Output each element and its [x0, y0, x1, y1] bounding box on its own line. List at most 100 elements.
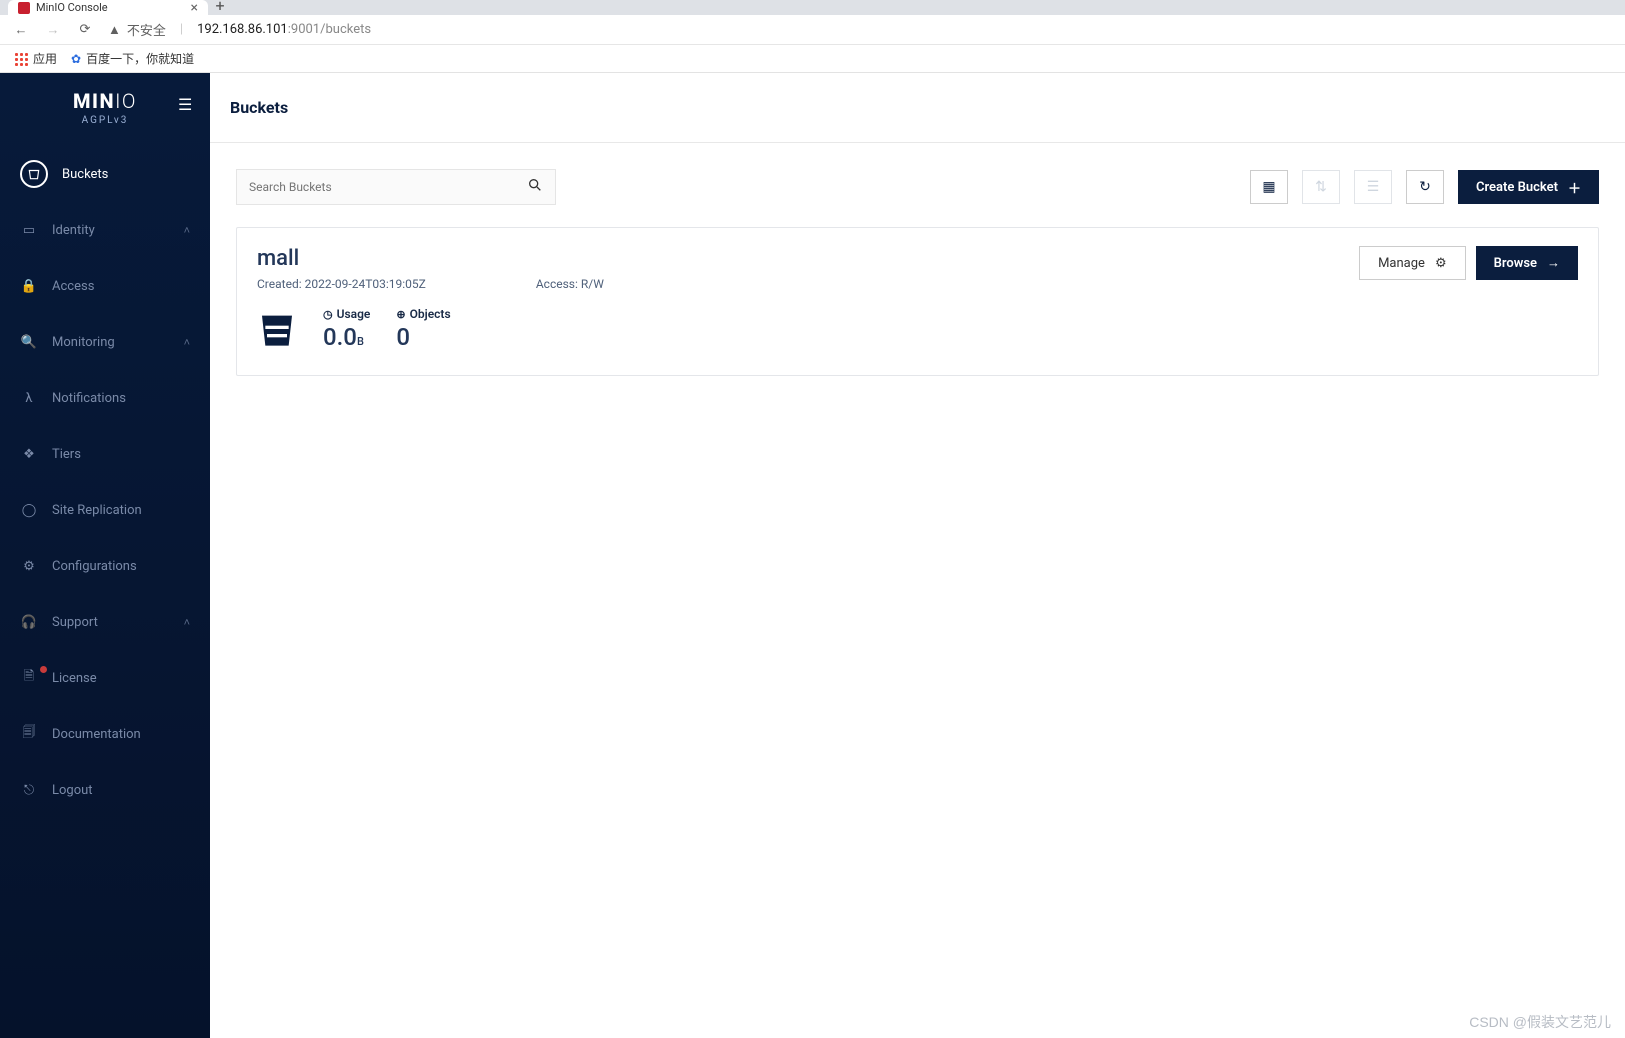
nav-label: Configurations	[52, 559, 137, 574]
sidebar-item-tiers[interactable]: ❖ Tiers	[0, 426, 210, 482]
back-button[interactable]: ←	[12, 22, 30, 38]
manage-label: Manage	[1378, 256, 1425, 271]
sidebar-item-logout[interactable]: ⎋ Logout	[0, 762, 210, 818]
support-icon: 🎧	[20, 615, 38, 630]
logo-right: IO	[115, 89, 137, 113]
sort-icon: ⇅	[1315, 179, 1327, 195]
reload-button[interactable]: ⟳	[76, 22, 94, 37]
create-bucket-label: Create Bucket	[1476, 180, 1558, 195]
lock-icon: 🔒	[20, 279, 38, 294]
gear-icon: ⚙	[20, 559, 38, 574]
baidu-bookmark[interactable]: ✿ 百度一下，你就知道	[71, 50, 194, 67]
search-container	[236, 169, 556, 205]
search-icon[interactable]	[527, 177, 543, 197]
url-display[interactable]: 192.168.86.101:9001/buckets	[197, 22, 371, 37]
nav-label: Site Replication	[52, 503, 142, 518]
bucket-name: mall	[257, 246, 1359, 271]
apps-label: 应用	[33, 50, 57, 67]
collapse-sidebar-icon[interactable]: ☰	[178, 95, 192, 114]
nav-label: Monitoring	[52, 335, 115, 350]
tab-title: MinIO Console	[36, 1, 108, 14]
sidebar-item-documentation[interactable]: 🗐 Documentation	[0, 706, 210, 762]
browser-address-bar: ← → ⟳ ▲ 不安全 | 192.168.86.101:9001/bucket…	[0, 15, 1625, 45]
apps-icon	[14, 52, 28, 66]
search-input[interactable]	[249, 180, 527, 194]
apps-bookmark[interactable]: 应用	[14, 50, 57, 67]
main-content: Buckets ▦ ⇅ ☰ ↻ Create Bucket ＋	[210, 73, 1625, 1038]
nav-label: Logout	[52, 783, 93, 798]
bucket-card: mall Created: 2022-09-24T03:19:05Z Acces…	[236, 227, 1599, 376]
nav-label: Tiers	[52, 447, 81, 462]
baidu-label: 百度一下，你就知道	[86, 50, 194, 67]
grid-view-button[interactable]: ▦	[1250, 170, 1288, 204]
list-view-button[interactable]: ☰	[1354, 170, 1392, 204]
license-badge: AGPLv3	[0, 115, 210, 126]
chevron-up-icon: ˄	[184, 224, 190, 237]
sidebar-item-access[interactable]: 🔒 Access	[0, 258, 210, 314]
sidebar-item-support[interactable]: 🎧 Support ˄	[0, 594, 210, 650]
identity-icon: ▭	[20, 223, 38, 238]
sidebar-item-site-replication[interactable]: ◯ Site Replication	[0, 482, 210, 538]
list-icon: ☰	[1367, 179, 1380, 195]
nav-label: Identity	[52, 223, 95, 238]
sidebar-item-configurations[interactable]: ⚙ Configurations	[0, 538, 210, 594]
usage-value: 0.0	[323, 323, 357, 351]
favicon-icon	[18, 2, 30, 14]
nav-label: Support	[52, 615, 98, 630]
browse-button[interactable]: Browse →	[1476, 246, 1578, 280]
refresh-button[interactable]: ↻	[1406, 170, 1444, 204]
close-tab-icon[interactable]: ×	[191, 0, 198, 16]
docs-icon: 🗐	[20, 723, 38, 745]
lambda-icon: λ	[20, 391, 38, 406]
bookmarks-bar: 应用 ✿ 百度一下，你就知道	[0, 45, 1625, 73]
grid-icon: ▦	[1262, 179, 1275, 195]
sidebar-item-identity[interactable]: ▭ Identity ˄	[0, 202, 210, 258]
url-host: 192.168.86.101	[197, 22, 288, 37]
create-bucket-button[interactable]: Create Bucket ＋	[1458, 170, 1599, 204]
objects-stat: ⊕ Objects 0	[396, 307, 450, 351]
access-meta: Access: R/W	[536, 277, 604, 291]
new-tab-button[interactable]: +	[208, 0, 232, 15]
nav-label: Buckets	[62, 167, 108, 182]
created-meta: Created: 2022-09-24T03:19:05Z	[257, 277, 426, 291]
objects-value: 0	[396, 323, 450, 351]
sidebar-item-buckets[interactable]: Buckets	[0, 146, 210, 202]
baidu-icon: ✿	[71, 52, 81, 66]
search-icon: 🔍	[20, 335, 38, 350]
usage-label: Usage	[337, 307, 371, 321]
forward-button[interactable]: →	[44, 22, 62, 38]
security-warning[interactable]: ▲ 不安全	[108, 20, 166, 39]
sidebar-item-notifications[interactable]: λ Notifications	[0, 370, 210, 426]
browser-tab[interactable]: MinIO Console ×	[8, 0, 208, 15]
nav-label: Notifications	[52, 391, 126, 406]
insecure-label: 不安全	[127, 20, 166, 39]
nav-label: License	[52, 671, 97, 686]
bucket-large-icon	[257, 308, 297, 350]
license-icon: 🗎	[20, 667, 38, 689]
objects-icon: ⊕	[396, 308, 405, 321]
plus-icon: ＋	[1568, 178, 1581, 197]
usage-unit: B	[357, 335, 364, 348]
sort-button[interactable]: ⇅	[1302, 170, 1340, 204]
layers-icon: ❖	[20, 447, 38, 462]
manage-button[interactable]: Manage ⚙	[1359, 246, 1466, 280]
logout-icon: ⎋	[20, 783, 38, 798]
usage-stat: ◷ Usage 0.0B	[323, 307, 370, 351]
arrow-right-icon: →	[1547, 255, 1560, 271]
nav-label: Access	[52, 279, 94, 294]
objects-label: Objects	[410, 307, 451, 321]
replication-icon: ◯	[20, 503, 38, 518]
gear-icon: ⚙	[1435, 256, 1447, 271]
sidebar-item-monitoring[interactable]: 🔍 Monitoring ˄	[0, 314, 210, 370]
sidebar-item-license[interactable]: 🗎 License	[0, 650, 210, 706]
refresh-icon: ↻	[1419, 179, 1431, 195]
browser-tab-bar: MinIO Console × +	[0, 0, 1625, 15]
bucket-icon	[20, 160, 48, 188]
sidebar: MINIO AGPLv3 ☰ Buckets ▭ Identity ˄ 🔒 Ac…	[0, 73, 210, 1038]
clock-icon: ◷	[323, 308, 333, 321]
logo-left: MIN	[73, 89, 115, 113]
warning-icon: ▲	[108, 22, 121, 38]
page-title: Buckets	[210, 73, 1625, 143]
browse-label: Browse	[1494, 256, 1537, 271]
notification-badge	[40, 666, 47, 673]
